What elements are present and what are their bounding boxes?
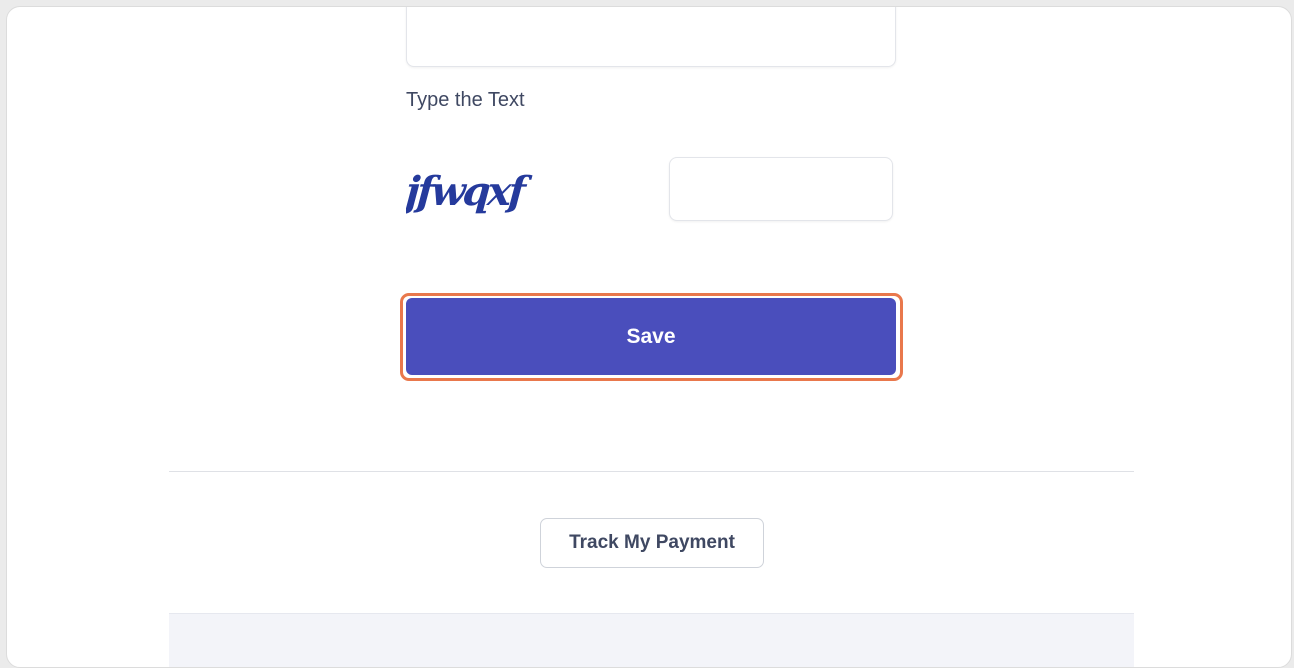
previous-field-input[interactable]	[406, 7, 896, 67]
captcha-image: jfwqxf	[406, 168, 533, 215]
save-button[interactable]: Save	[406, 298, 896, 375]
captcha-input[interactable]	[669, 157, 893, 221]
page-frame: Type the Text jfwqxf Save Track My Payme…	[6, 6, 1292, 668]
section-divider	[169, 471, 1134, 472]
captcha-label: Type the Text	[406, 89, 525, 111]
captcha-text: jfwqxf	[406, 168, 533, 215]
footer-band	[169, 613, 1134, 667]
track-my-payment-button[interactable]: Track My Payment	[540, 518, 764, 568]
